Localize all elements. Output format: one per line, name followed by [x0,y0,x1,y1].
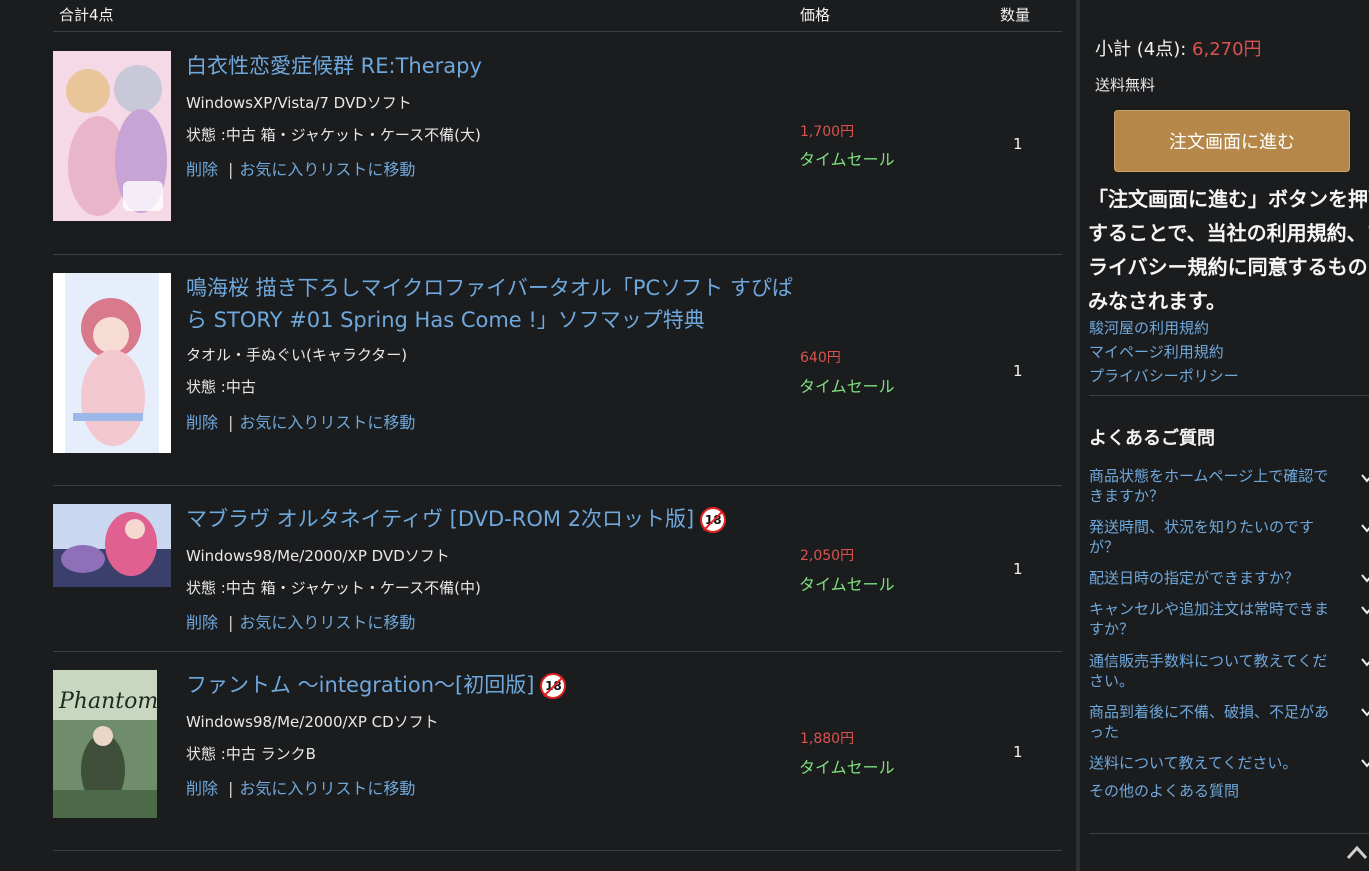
chevron-down-icon[interactable] [1361,757,1369,769]
cart-total-count: 合計4点 [59,6,114,24]
privacy-policy-link[interactable]: プライバシーポリシー [1089,365,1239,386]
product-thumbnail-art [53,504,171,587]
separator: | [228,160,234,179]
divider [53,651,1062,652]
proceed-to-order-button[interactable]: 注文画面に進む [1114,110,1350,172]
cart-main: 合計4点 価格 数量 白衣性恋愛症候群 RE:Therapy WindowsXP… [0,0,1076,871]
product-condition: 状態 :中古 箱・ジャケット・ケース不備(中) [186,579,481,597]
faq-item[interactable]: 配送日時の指定ができますか？ [1089,568,1341,588]
separator: | [228,413,234,432]
mypage-terms-link[interactable]: マイページ利用規約 [1089,341,1224,362]
subtotal-label: 小計 (4点): [1095,39,1187,60]
faq-item[interactable]: 商品到着後に不備、破損、不足があった [1089,702,1341,742]
product-condition: 状態 :中古 [186,378,256,396]
product-image[interactable] [53,51,171,221]
item-quantity[interactable]: 1 [1013,362,1023,380]
move-to-wishlist-link[interactable]: お気に入りリストに移動 [239,160,415,179]
item-actions: 削除 | お気に入りリストに移動 [186,409,415,433]
faq-item[interactable]: 通信販売手数料について教えてください。 [1089,651,1341,691]
product-platform: Windows98/Me/2000/XP DVDソフト [186,547,450,565]
divider [53,254,1062,255]
product-platform: Windows98/Me/2000/XP CDソフト [186,713,439,731]
item-price: 1,880円 [800,731,855,747]
move-to-wishlist-link[interactable]: お気に入りリストに移動 [239,613,415,632]
delete-link[interactable]: 削除 [186,160,218,179]
product-title-link[interactable]: 白衣性恋愛症候群 RE:Therapy [186,50,796,82]
product-title-text: 白衣性恋愛症候群 RE:Therapy [186,54,482,78]
order-summary-sidebar: 小計 (4点): 6,270円 送料無料 注文画面に進む 「注文画面に進む」ボタ… [1080,0,1369,871]
product-title-text: マブラヴ オルタネイティヴ [DVD-ROM 2次ロット版] [186,507,695,531]
product-title-text: 鳴海桜 描き下ろしマイクロファイバータオル「PCソフト すぴぱら STORY #… [186,276,793,332]
divider [1089,833,1369,834]
quantity-column-header: 数量 [1000,6,1031,24]
chevron-down-icon[interactable] [1361,656,1369,668]
product-image[interactable]: Phantom [53,670,157,818]
item-quantity[interactable]: 1 [1013,743,1023,761]
terms-agreement-notice: 「注文画面に進む」ボタンを押下することで、当社の利用規約、プライバシー規約に同意… [1088,187,1369,313]
product-platform: タオル・手ぬぐい(キャラクター) [186,346,408,364]
time-sale-label: タイムセール [799,150,895,169]
scroll-to-top-icon[interactable] [1346,843,1368,861]
product-thumbnail-art [53,273,171,453]
divider [53,31,1062,32]
r18-badge-icon: 18 [700,507,727,533]
chevron-down-icon[interactable] [1361,522,1369,534]
divider [1089,395,1369,396]
delete-link[interactable]: 削除 [186,613,218,632]
r18-badge-icon: 18 [540,673,567,699]
faq-heading: よくあるご質問 [1089,428,1215,449]
item-price: 1,700円 [800,124,855,140]
product-title-link[interactable]: ファントム 〜integration〜[初回版] 18 [186,669,826,701]
faq-item[interactable]: 発送時間、状況を知りたいのですが？ [1089,517,1341,557]
divider [53,485,1062,486]
subtotal-amount: 6,270円 [1192,39,1262,60]
item-price: 640円 [800,350,841,366]
product-image[interactable] [53,504,171,587]
time-sale-label: タイムセール [799,575,895,594]
product-title-text: ファントム 〜integration〜[初回版] [186,673,535,697]
time-sale-label: タイムセール [799,758,895,777]
item-quantity[interactable]: 1 [1013,135,1023,153]
shipping-free-label: 送料無料 [1095,76,1156,94]
product-title-link[interactable]: 鳴海桜 描き下ろしマイクロファイバータオル「PCソフト すぴぱら STORY #… [186,272,796,336]
svg-text:Phantom: Phantom [58,689,157,714]
product-platform: WindowsXP/Vista/7 DVDソフト [186,94,412,112]
separator: | [228,779,234,798]
faq-other-link[interactable]: その他のよくある質問 [1089,781,1341,801]
product-image[interactable] [53,273,171,453]
product-thumbnail-art [53,51,171,221]
move-to-wishlist-link[interactable]: お気に入りリストに移動 [239,413,415,432]
item-actions: 削除 | お気に入りリストに移動 [186,609,415,633]
item-actions: 削除 | お気に入りリストに移動 [186,156,415,180]
price-column-header: 価格 [800,6,831,24]
chevron-down-icon[interactable] [1361,572,1369,584]
faq-item[interactable]: 送料について教えてください。 [1089,753,1341,773]
chevron-down-icon[interactable] [1361,604,1369,616]
subtotal: 小計 (4点): 6,270円 [1095,35,1262,61]
terms-of-use-link[interactable]: 駿河屋の利用規約 [1089,317,1209,338]
faq-item[interactable]: 商品状態をホームページ上で確認できますか？ [1089,466,1341,506]
time-sale-label: タイムセール [799,377,895,396]
product-condition: 状態 :中古 ランクB [186,745,316,763]
divider [53,850,1062,851]
product-thumbnail-art: Phantom [53,670,157,818]
item-quantity[interactable]: 1 [1013,560,1023,578]
product-condition: 状態 :中古 箱・ジャケット・ケース不備(大) [186,126,481,144]
chevron-down-icon[interactable] [1361,472,1369,484]
product-title-link[interactable]: マブラヴ オルタネイティヴ [DVD-ROM 2次ロット版] 18 [186,503,826,535]
delete-link[interactable]: 削除 [186,779,218,798]
delete-link[interactable]: 削除 [186,413,218,432]
faq-item[interactable]: キャンセルや追加注文は常時できますか？ [1089,599,1341,639]
item-price: 2,050円 [800,548,855,564]
move-to-wishlist-link[interactable]: お気に入りリストに移動 [239,779,415,798]
separator: | [228,613,234,632]
item-actions: 削除 | お気に入りリストに移動 [186,775,415,799]
chevron-down-icon[interactable] [1361,706,1369,718]
